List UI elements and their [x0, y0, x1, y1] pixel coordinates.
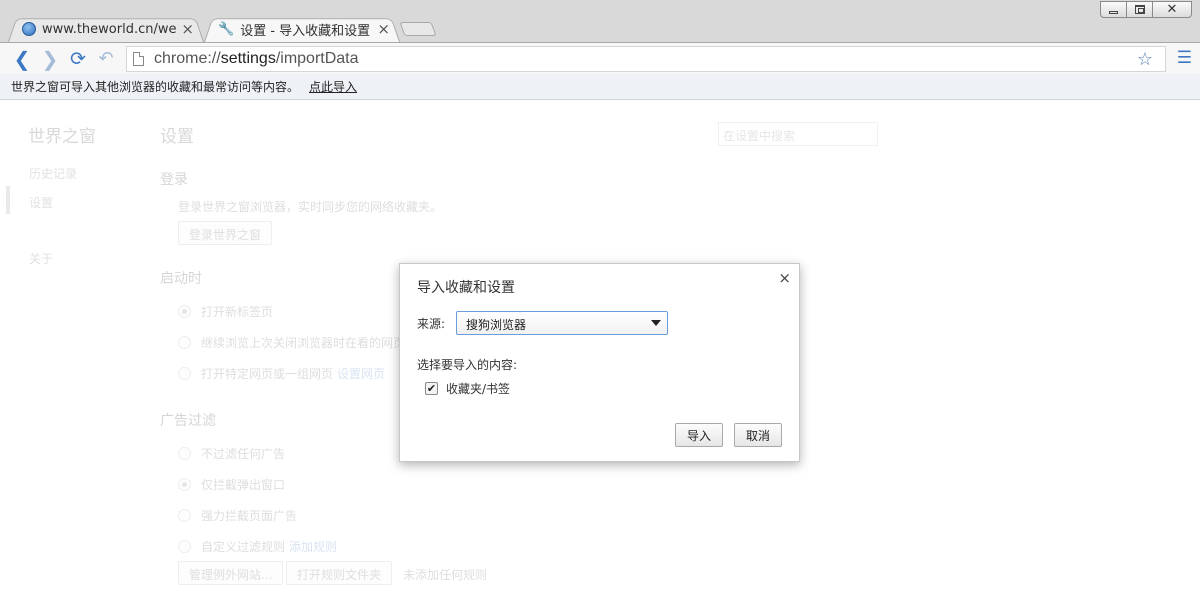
minimize-button[interactable]: [1100, 1, 1127, 18]
tab-welcome[interactable]: www.theworld.cn/welcor ×: [8, 16, 204, 42]
back-arrow-icon: ❮: [13, 46, 31, 71]
source-label: 来源:: [417, 317, 446, 331]
address-bar[interactable]: chrome://settings/importData ☆: [126, 46, 1166, 72]
cancel-button[interactable]: 取消: [734, 423, 782, 447]
window-controls: ✕: [1100, 1, 1192, 18]
tab-strip: ✕ www.theworld.cn/welcor × 🔧 设置 - 导入收藏和设…: [0, 0, 1200, 42]
tab-title: 设置 - 导入收藏和设置: [240, 23, 371, 39]
maximize-icon: [1134, 5, 1145, 14]
tab-close-icon[interactable]: ×: [377, 20, 390, 38]
globe-icon: [22, 22, 36, 36]
bookmark-star-icon[interactable]: ☆: [1137, 49, 1153, 70]
dialog-title: 导入收藏和设置: [417, 280, 515, 296]
menu-icon[interactable]: ☰: [1177, 48, 1192, 68]
import-infobar: 世界之窗可导入其他浏览器的收藏和最常访问等内容。 点此导入: [0, 74, 1200, 100]
content-label: 选择要导入的内容:: [417, 358, 518, 372]
url-text: chrome://settings/importData: [154, 50, 359, 67]
bookmarks-checkbox[interactable]: ✔: [425, 382, 438, 395]
forward-arrow-icon: ❯: [41, 46, 59, 71]
tab-title: www.theworld.cn/welcor: [42, 21, 177, 37]
source-select[interactable]: 搜狗浏览器: [456, 311, 668, 335]
infobar-import-link[interactable]: 点此导入: [309, 78, 357, 95]
toolbar: ❮ ❯ ⟳ ↶ chrome://settings/importData ☆ ☰: [0, 42, 1200, 74]
back-button[interactable]: ❮: [8, 45, 36, 73]
reload-icon: ⟳: [70, 47, 86, 70]
tab-close-icon[interactable]: ×: [181, 20, 194, 38]
infobar-text: 世界之窗可导入其他浏览器的收藏和最常访问等内容。: [11, 80, 300, 94]
reload-button[interactable]: ⟳: [64, 45, 92, 73]
page-icon: [133, 52, 144, 66]
close-icon[interactable]: ×: [778, 269, 791, 287]
new-tab-button[interactable]: [399, 22, 437, 36]
maximize-button[interactable]: [1126, 1, 1153, 18]
import-button[interactable]: 导入: [675, 423, 723, 447]
forward-button[interactable]: ❯: [36, 45, 64, 73]
wrench-icon: 🔧: [218, 21, 235, 37]
undo-icon: ↶: [98, 48, 114, 69]
bookmarks-checkbox-row[interactable]: ✔ 收藏夹/书签: [425, 380, 510, 397]
close-icon: ✕: [1166, 2, 1178, 17]
minimize-icon: [1109, 11, 1118, 14]
close-window-button[interactable]: ✕: [1152, 1, 1192, 18]
chevron-down-icon: [651, 320, 661, 326]
import-dialog: 导入收藏和设置 × 来源: 搜狗浏览器 选择要导入的内容: ✔ 收藏夹/书签 导…: [399, 263, 800, 462]
source-select-value: 搜狗浏览器: [466, 318, 527, 332]
tab-settings-import[interactable]: 🔧 设置 - 导入收藏和设置 ×: [204, 16, 400, 42]
bookmarks-checkbox-label: 收藏夹/书签: [446, 382, 511, 396]
undo-close-button[interactable]: ↶: [92, 45, 120, 73]
